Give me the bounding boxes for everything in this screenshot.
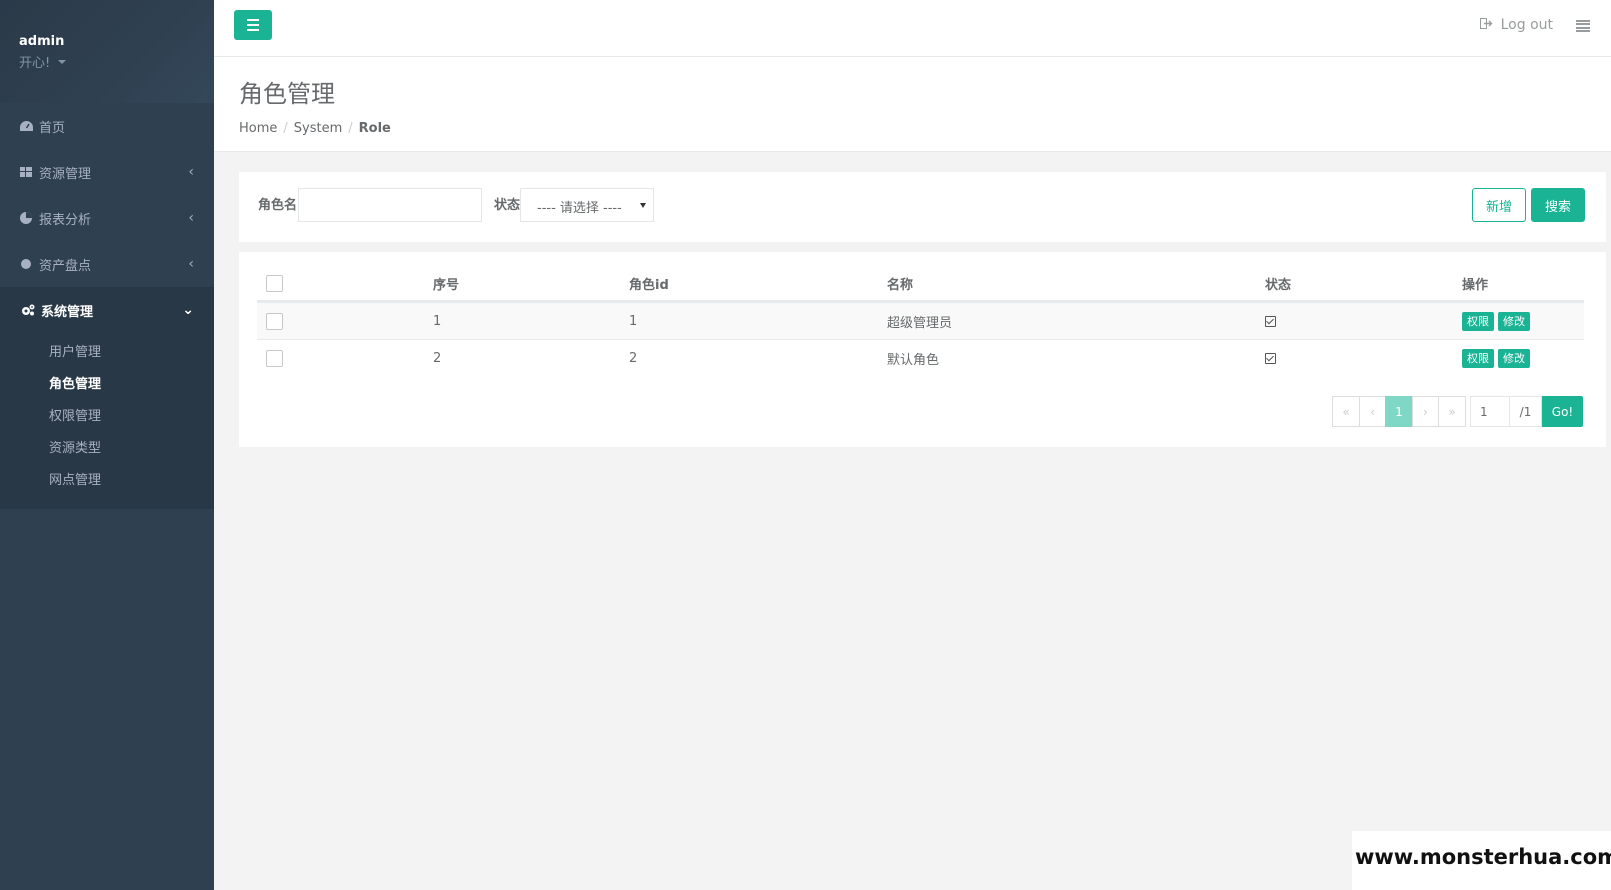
sidebar-toggle-button[interactable] xyxy=(234,10,272,40)
page-title: 角色管理 xyxy=(239,80,335,108)
sidebar-item-home[interactable]: 首页 xyxy=(0,103,214,149)
search-panel: 角色名 状态 ---- 请选择 ---- 新增 搜索 xyxy=(239,172,1606,242)
next-page-button[interactable]: › xyxy=(1412,396,1439,427)
sidebar: admin 开心! 首页 资源管理 ‹ 报表分析 ‹ 资产盘点 ‹ 系统管理 ⌄… xyxy=(0,0,214,890)
role-table: 序号 角色id 名称 状态 操作 1 1 超级管理员 权限 修改 2 2 默认角… xyxy=(257,266,1584,376)
cell-role-id: 2 xyxy=(629,350,638,366)
column-header-status[interactable]: 状态 xyxy=(1265,266,1291,300)
logout-link[interactable]: Log out xyxy=(1479,17,1553,33)
profile-status: 开心! xyxy=(19,56,51,71)
cell-seq: 2 xyxy=(433,350,442,366)
breadcrumb-separator: / xyxy=(348,121,353,136)
cogs-icon xyxy=(21,304,35,316)
sidebar-item-inventory[interactable]: 资产盘点 ‹ xyxy=(0,241,214,287)
role-name-label: 角色名 xyxy=(258,198,298,213)
sidebar-item-label: 资产盘点 xyxy=(39,258,92,274)
pagination: « ‹ 1 › » 1 /1 Go! xyxy=(1332,396,1583,427)
role-table-panel: 序号 角色id 名称 状态 操作 1 1 超级管理员 权限 修改 2 2 默认角… xyxy=(239,252,1606,447)
submenu-item-branches[interactable]: 网点管理 xyxy=(0,465,214,497)
profile-username[interactable]: admin xyxy=(19,34,214,49)
sidebar-item-resources[interactable]: 资源管理 ‹ xyxy=(0,149,214,195)
tasks-icon[interactable] xyxy=(1576,20,1590,32)
check-square-icon xyxy=(1265,315,1276,327)
breadcrumb: Home / System / Role xyxy=(239,121,1611,136)
breadcrumb-system[interactable]: System xyxy=(294,121,342,136)
profile-dropdown[interactable]: 开心! xyxy=(19,52,214,71)
chevron-left-icon: ‹ xyxy=(188,210,194,226)
profile-header: admin 开心! xyxy=(0,0,214,103)
logout-label: Log out xyxy=(1500,17,1553,33)
dashboard-icon xyxy=(19,120,33,132)
breadcrumb-home[interactable]: Home xyxy=(239,121,277,136)
role-name-input[interactable] xyxy=(298,188,482,222)
column-header-role-id[interactable]: 角色id xyxy=(629,266,669,300)
status-label: 状态 xyxy=(494,198,521,213)
select-all-checkbox[interactable] xyxy=(266,274,283,292)
table-header-row: 序号 角色id 名称 状态 操作 xyxy=(257,266,1584,302)
sidebar-item-reports[interactable]: 报表分析 ‹ xyxy=(0,195,214,241)
sign-out-icon xyxy=(1479,18,1493,32)
search-button[interactable]: 搜索 xyxy=(1531,188,1585,222)
sidebar-item-label: 资源管理 xyxy=(39,166,92,182)
system-submenu: 用户管理 角色管理 权限管理 资源类型 网点管理 xyxy=(0,333,214,509)
caret-down-icon xyxy=(58,59,67,64)
edit-button[interactable]: 修改 xyxy=(1498,311,1530,331)
top-navbar: Log out xyxy=(214,0,1611,57)
submenu-item-roles[interactable]: 角色管理 xyxy=(0,369,214,401)
check-square-icon xyxy=(1265,352,1276,364)
page-heading: 角色管理 Home / System / Role xyxy=(214,57,1611,152)
prev-page-button[interactable]: ‹ xyxy=(1359,396,1386,427)
status-select-value: ---- 请选择 ---- xyxy=(537,201,622,216)
row-checkbox[interactable] xyxy=(266,349,283,367)
table-row: 2 2 默认角色 权限 修改 xyxy=(257,339,1584,376)
circle-icon xyxy=(19,259,33,269)
permissions-button[interactable]: 权限 xyxy=(1462,311,1494,331)
sidebar-item-system[interactable]: 系统管理 ⌄ xyxy=(0,287,214,333)
chevron-left-icon: ‹ xyxy=(188,164,194,180)
table-row: 1 1 超级管理员 权限 修改 xyxy=(257,302,1584,339)
go-button[interactable]: Go! xyxy=(1542,396,1583,427)
cell-name: 默认角色 xyxy=(887,352,940,368)
sidebar-item-label: 首页 xyxy=(39,120,66,136)
permissions-button[interactable]: 权限 xyxy=(1462,348,1494,368)
submenu-item-resource-types[interactable]: 资源类型 xyxy=(0,433,214,465)
chevron-down-icon: ⌄ xyxy=(182,302,194,318)
cell-role-id: 1 xyxy=(629,313,638,329)
breadcrumb-separator: / xyxy=(283,121,288,136)
page-button-current[interactable]: 1 xyxy=(1385,396,1413,427)
page-total: /1 xyxy=(1509,396,1542,427)
sidebar-item-label: 报表分析 xyxy=(39,212,92,228)
status-select[interactable]: ---- 请选择 ---- xyxy=(520,188,654,222)
breadcrumb-current: Role xyxy=(358,121,391,136)
cell-seq: 1 xyxy=(433,313,442,329)
submenu-item-users[interactable]: 用户管理 xyxy=(0,337,214,369)
submenu-item-permissions[interactable]: 权限管理 xyxy=(0,401,214,433)
add-button[interactable]: 新增 xyxy=(1472,188,1526,222)
dropdown-arrow-icon xyxy=(640,203,646,208)
row-checkbox[interactable] xyxy=(266,312,283,330)
column-header-name[interactable]: 名称 xyxy=(887,266,913,300)
chevron-left-icon: ‹ xyxy=(188,256,194,272)
last-page-button[interactable]: » xyxy=(1438,396,1466,427)
watermark: www.monsterhua.com xyxy=(1352,831,1611,890)
cell-name: 超级管理员 xyxy=(887,315,953,331)
edit-button[interactable]: 修改 xyxy=(1498,348,1530,368)
column-header-seq[interactable]: 序号 xyxy=(433,266,459,300)
grid-icon xyxy=(19,167,33,177)
sidebar-item-label: 系统管理 xyxy=(41,304,94,320)
pie-chart-icon xyxy=(19,212,33,224)
first-page-button[interactable]: « xyxy=(1332,396,1360,427)
column-header-actions: 操作 xyxy=(1462,277,1489,293)
page-number-input[interactable]: 1 xyxy=(1470,396,1510,427)
